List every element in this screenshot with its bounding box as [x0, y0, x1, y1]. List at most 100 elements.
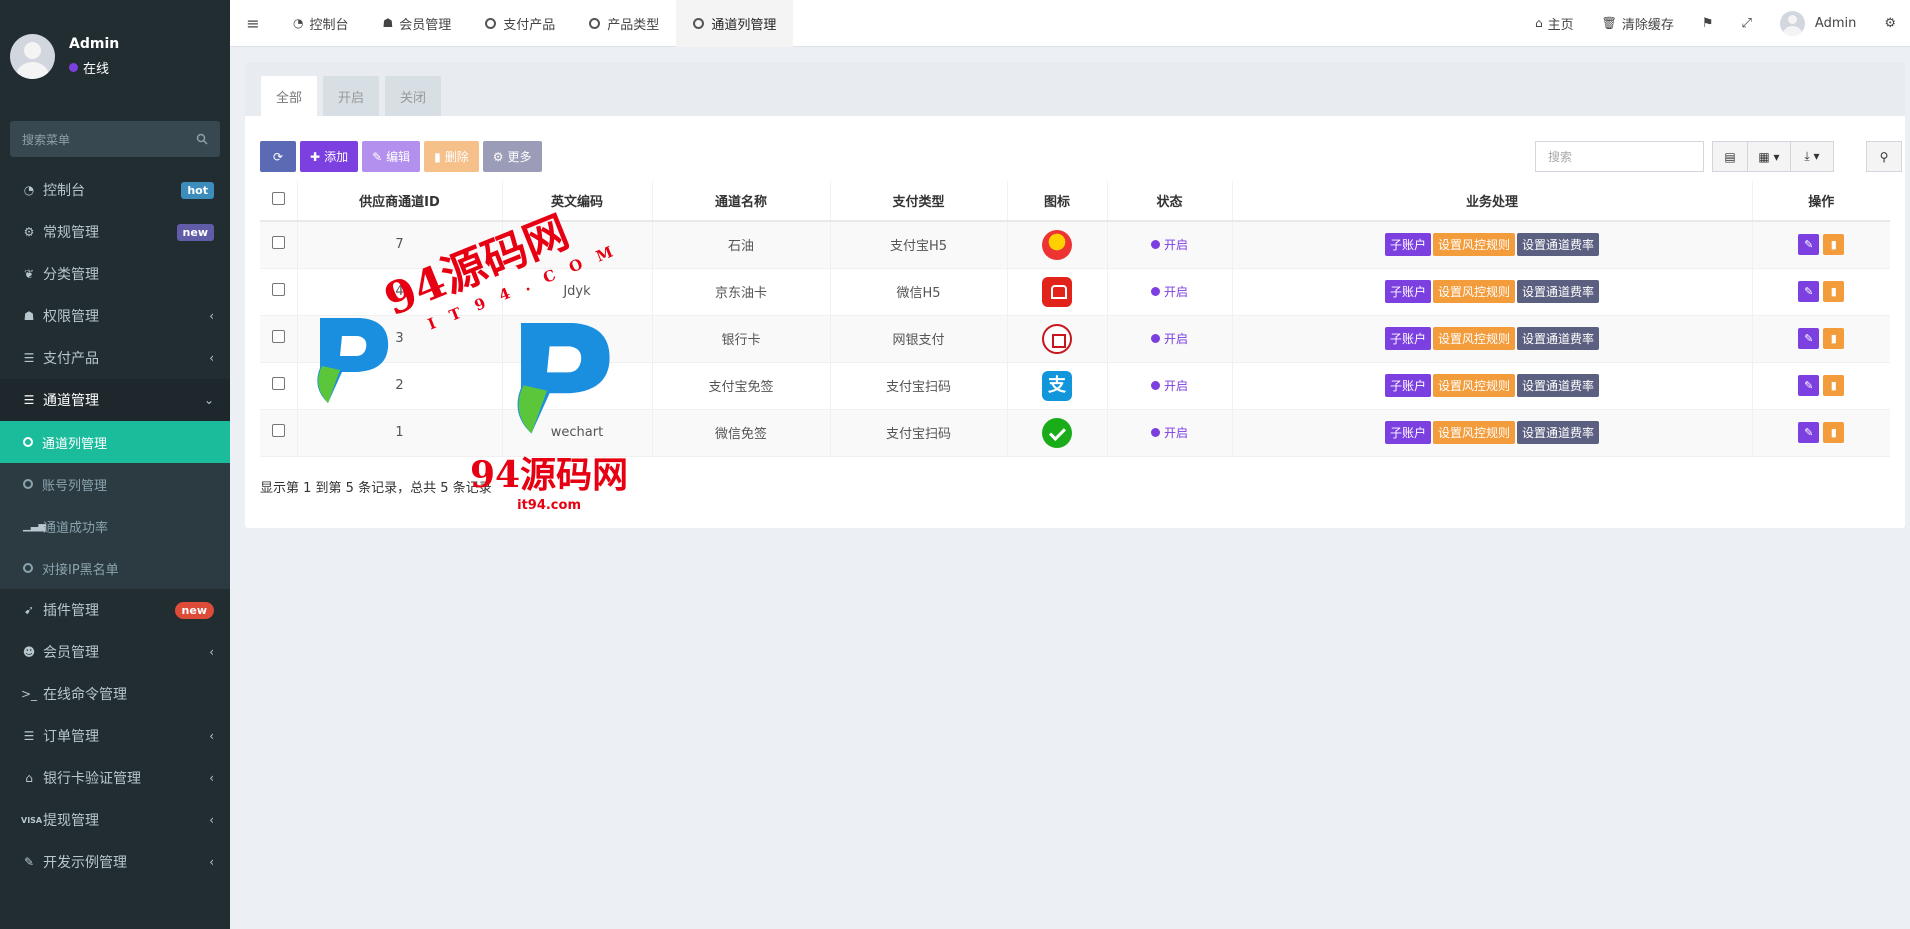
columns-dropdown-icon[interactable]: ▦ ▾: [1747, 141, 1791, 172]
user-avatar[interactable]: [10, 33, 55, 79]
more-button[interactable]: ⚙ 更多: [482, 141, 542, 172]
sidebar-item-channel[interactable]: ☰ 通道管理 ⌄: [0, 379, 230, 421]
cell-id: 2: [297, 362, 503, 410]
sidebar-item-dev-examples[interactable]: ✎ 开发示例管理 ‹: [0, 841, 230, 883]
home-icon: ⌂: [1534, 16, 1543, 30]
tab-all[interactable]: 全部: [261, 76, 318, 116]
sidebar-item-auth[interactable]: ☗ 权限管理 ‹: [0, 295, 230, 337]
user-name: Admin: [69, 35, 120, 52]
risk-rules-button[interactable]: 设置风控规则: [1432, 374, 1515, 397]
delete-row-button[interactable]: ▮: [1823, 375, 1845, 396]
edit-row-button[interactable]: ✎: [1798, 328, 1820, 349]
sidebar-item-orders[interactable]: ☰ 订单管理 ‹: [0, 715, 230, 757]
col-header[interactable]: 状态: [1107, 181, 1233, 222]
language-icon[interactable]: ⚑: [1688, 16, 1728, 31]
tab-channel-list[interactable]: 通道列管理: [676, 0, 794, 47]
cell-id: 1: [297, 409, 503, 457]
sub-account-button[interactable]: 子账户: [1384, 280, 1431, 303]
circle-icon: [693, 17, 705, 29]
pencil-icon: ✎: [372, 149, 383, 164]
channel-rate-button[interactable]: 设置通道费率: [1517, 374, 1600, 397]
delete-row-button[interactable]: ▮: [1823, 328, 1845, 349]
clear-cache-button[interactable]: 🗑 清除缓存: [1588, 14, 1688, 33]
status-badge[interactable]: 开启: [1150, 424, 1188, 441]
gear-icon: ⚙: [492, 149, 504, 164]
col-header[interactable]: 支付类型: [830, 181, 1008, 222]
sidebar-item-channel-list[interactable]: 通道列管理: [0, 421, 230, 463]
sidebar-item-members[interactable]: ☻ 会员管理 ‹: [0, 631, 230, 673]
fullscreen-icon[interactable]: ⤢: [1728, 16, 1766, 31]
sidebar-item-general[interactable]: ⚙ 常规管理 new: [0, 211, 230, 253]
add-button[interactable]: ✚ 添加: [300, 141, 359, 172]
table-view-icon[interactable]: ▤: [1712, 141, 1748, 172]
sidebar-item-withdraw[interactable]: VISA 提现管理 ‹: [0, 799, 230, 841]
sidebar-item-category[interactable]: ❦ 分类管理: [0, 253, 230, 295]
sidebar-item-ip-blacklist[interactable]: 对接IP黑名单: [0, 547, 230, 589]
sub-account-button[interactable]: 子账户: [1384, 327, 1431, 350]
sidebar-item-success-rate[interactable]: ▁▃▅ 通道成功率: [0, 505, 230, 547]
menu-toggle-icon[interactable]: ≡: [230, 14, 276, 33]
channel-rate-button[interactable]: 设置通道费率: [1517, 280, 1600, 303]
status-badge[interactable]: 开启: [1150, 330, 1188, 347]
tab-pay-product[interactable]: 支付产品: [468, 0, 572, 47]
sidebar-item-command[interactable]: >_ 在线命令管理: [0, 673, 230, 715]
edit-row-button[interactable]: ✎: [1798, 234, 1820, 256]
tab-enabled[interactable]: 开启: [323, 76, 380, 116]
search-input[interactable]: 搜索: [1535, 141, 1704, 172]
export-dropdown-icon[interactable]: ⤓ ▾: [1790, 141, 1834, 172]
sub-account-button[interactable]: 子账户: [1384, 374, 1431, 397]
sidebar-search-input[interactable]: 搜索菜单: [10, 121, 220, 157]
select-all-checkbox[interactable]: [271, 192, 285, 205]
tab-members[interactable]: ☗ 会员管理: [366, 0, 469, 47]
status-badge[interactable]: 开启: [1150, 377, 1188, 394]
row-checkbox[interactable]: [271, 424, 285, 437]
risk-rules-button[interactable]: 设置风控规则: [1432, 280, 1515, 303]
refresh-icon: ⟳: [272, 149, 284, 164]
row-checkbox[interactable]: [271, 377, 285, 390]
home-link[interactable]: ⌂ 主页: [1521, 14, 1588, 33]
search-icon[interactable]: ⚲: [1866, 141, 1902, 172]
channel-rate-button[interactable]: 设置通道费率: [1517, 327, 1600, 350]
sidebar-item-bank-verify[interactable]: ⌂ 银行卡验证管理 ‹: [0, 757, 230, 799]
delete-button[interactable]: ▮ 删除: [424, 141, 479, 172]
top-navbar: ≡ ◔ 控制台 ☗ 会员管理 支付产品 产品类型 通道列管理 ⌂ 主页 🗑 清除缓存 ⚑…: [230, 0, 1910, 47]
col-header[interactable]: 供应商通道ID: [297, 181, 503, 222]
edit-button[interactable]: ✎ 编辑: [362, 141, 421, 172]
sidebar-item-plugins[interactable]: ➹ 插件管理 new: [0, 589, 230, 631]
row-checkbox[interactable]: [271, 283, 285, 296]
delete-row-button[interactable]: ▮: [1823, 422, 1845, 443]
group-icon: ☗: [23, 309, 35, 323]
channel-rate-button[interactable]: 设置通道费率: [1517, 421, 1600, 444]
sidebar-item-pay-product[interactable]: ☰ 支付产品 ‹: [0, 337, 230, 379]
risk-rules-button[interactable]: 设置风控规则: [1432, 327, 1515, 350]
row-checkbox[interactable]: [271, 330, 285, 343]
refresh-button[interactable]: ⟳: [260, 141, 296, 172]
sidebar-item-account-list[interactable]: 账号列管理: [0, 463, 230, 505]
edit-row-button[interactable]: ✎: [1798, 281, 1820, 302]
col-header[interactable]: 英文编码: [502, 181, 653, 222]
status-badge[interactable]: 开启: [1150, 283, 1188, 300]
status-badge[interactable]: 开启: [1150, 236, 1188, 253]
channel-rate-button[interactable]: 设置通道费率: [1517, 233, 1600, 257]
delete-row-button[interactable]: ▮: [1823, 234, 1845, 256]
chevron-left-icon: ‹: [209, 645, 214, 659]
risk-rules-button[interactable]: 设置风控规则: [1432, 233, 1515, 257]
row-checkbox[interactable]: [271, 236, 285, 250]
tab-product-type[interactable]: 产品类型: [572, 0, 676, 47]
delete-row-button[interactable]: ▮: [1823, 281, 1845, 302]
tab-dashboard[interactable]: ◔ 控制台: [276, 0, 366, 47]
edit-row-button[interactable]: ✎: [1798, 422, 1820, 443]
risk-rules-button[interactable]: 设置风控规则: [1432, 421, 1515, 444]
col-header[interactable]: 图标: [1007, 181, 1108, 222]
sidebar-item-dashboard[interactable]: ◔ 控制台 hot: [0, 169, 230, 211]
sub-account-button[interactable]: 子账户: [1384, 233, 1431, 257]
search-icon[interactable]: [196, 133, 208, 145]
edit-row-button[interactable]: ✎: [1798, 375, 1820, 396]
user-menu[interactable]: Admin: [1766, 10, 1870, 36]
settings-icon[interactable]: ⚙: [1870, 16, 1910, 31]
col-header[interactable]: 通道名称: [652, 181, 831, 222]
tab-disabled[interactable]: 关闭: [385, 76, 442, 116]
table-row: 1 wechart 微信免签 支付宝扫码 开启 子账户 设置风控规则 设置通道费率 …: [260, 409, 1890, 457]
circle-icon: [23, 479, 33, 489]
sub-account-button[interactable]: 子账户: [1384, 421, 1431, 444]
